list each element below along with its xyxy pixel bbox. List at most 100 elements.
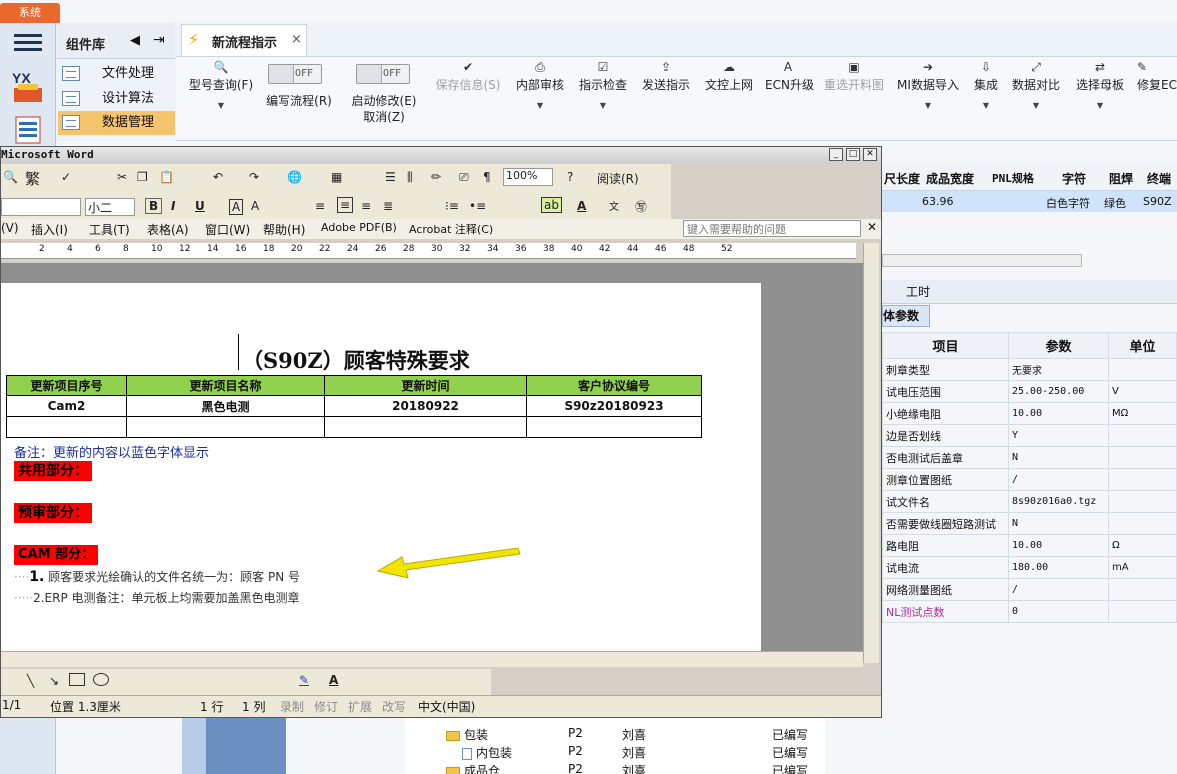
paste-icon[interactable]: 📋 [159,170,174,184]
undo-icon[interactable]: ↶ [213,170,223,184]
params-col-value[interactable]: 参数 [1008,332,1109,359]
vertical-scrollbar[interactable] [863,243,879,663]
menu-table[interactable]: 表格(A) [147,221,189,238]
table-row[interactable]: 试文件名 8s90z016a0.tgz [882,490,1177,513]
status-extend[interactable]: 扩展 [348,698,372,715]
model-query-button[interactable]: 🔍 型号查询(F) ▼ [187,60,255,110]
doc-control-online-button[interactable]: ☁ 文控上网 [703,60,755,93]
columns-icon[interactable]: ☰ [385,170,396,184]
word-title-bar[interactable]: Microsoft Word [1,147,881,163]
ellipse-tool-icon[interactable] [93,673,109,686]
align-right-icon[interactable]: ≡ [361,199,371,213]
minimize-button[interactable]: _ [829,148,843,161]
chart-icon[interactable]: ⫼ [407,170,413,185]
help-icon[interactable]: ? [567,170,573,184]
numbering-icon[interactable]: ⁝≡ [445,199,459,213]
zoom-select[interactable]: 100% [503,168,553,186]
justify-icon[interactable]: ≣ [383,199,393,213]
grid-col-length[interactable]: 尺长度 [884,170,920,187]
panel-item-file-processing[interactable]: 文件处理 [58,62,175,86]
italic-button[interactable]: I [171,199,175,213]
phonetic-icon[interactable]: 文 [609,198,619,213]
drawing-icon[interactable]: ✏ [431,170,441,184]
grid-col-char[interactable]: 字符 [1062,170,1086,187]
rectangle-tool-icon[interactable] [69,673,85,686]
cancel-label[interactable]: 取消(Z) [349,108,419,125]
menu-view[interactable]: (V) [1,221,19,235]
tab-work-hours[interactable]: 工时 [906,283,930,300]
table-row[interactable]: 路电阻 10.00 Ω [882,534,1177,557]
pin-icon[interactable]: ⇥ [153,32,165,48]
highlight-icon[interactable]: ab [541,197,562,213]
menu-acrobat-comments[interactable]: Acrobat 注释(C) [409,221,493,237]
grid-scrollbar[interactable] [882,254,1082,267]
read-mode-button[interactable]: 阅读(R) [597,170,639,187]
menu-tools[interactable]: 工具(T) [89,221,130,238]
char-shading-button[interactable]: A [251,199,259,213]
font-color-icon[interactable]: A [577,199,586,213]
table-row[interactable]: 刺章类型 无要求 [882,358,1177,381]
table-row[interactable]: 边是否划线 Y [882,424,1177,447]
yx-logo[interactable]: YX [10,70,46,106]
menu-icon[interactable] [14,30,42,51]
grid-col-width[interactable]: 成品宽度 [926,170,974,187]
mi-data-import-button[interactable]: ➔ MI数据导入 ▼ [896,60,960,110]
font-name-select[interactable] [1,198,81,216]
instruction-check-button[interactable]: ☑ 指示检查 ▼ [578,60,628,110]
table-row[interactable]: 否需要做线圈短路测试 N [882,512,1177,535]
traditional-button[interactable]: 繁 [25,168,40,189]
status-record[interactable]: 录制 [280,698,304,715]
database-icon[interactable] [14,115,42,145]
horizontal-ruler[interactable]: 2 4 6 8 10 12 14 16 18 20 22 24 26 28 30 32 34 36 38 40 42 44… [1,243,856,259]
horizontal-scrollbar[interactable] [1,651,863,667]
document-map-icon[interactable]: ⎚ [459,170,469,185]
underline-button[interactable]: U [195,199,205,213]
table-row[interactable]: 测章位置图纸 / [882,468,1177,491]
copy-icon[interactable]: ❐ [137,170,148,184]
ecn-upgrade-button[interactable]: A ECN升级 [765,60,814,93]
menu-help[interactable]: 帮助(H) [263,221,305,238]
grid-col-solder[interactable]: 阻焊 [1109,170,1133,187]
tab-params[interactable]: 体参数 [882,305,930,327]
align-left-icon[interactable]: ≡ [315,199,325,213]
menu-adobe-pdf[interactable]: Adobe PDF(B) [321,221,397,234]
status-overtype[interactable]: 改写 [382,698,406,715]
start-modify-toggle[interactable]: OFF [356,64,410,84]
close-button[interactable]: ✕ [863,148,877,161]
panel-item-design-algorithm[interactable]: 设计算法 [58,87,175,111]
table-row[interactable]: 小绝缘电阻 10.00 MΩ [882,402,1177,425]
panel-item-data-management[interactable]: 数据管理 [58,111,175,135]
enclose-char-icon[interactable]: ㊢ [635,198,647,215]
menu-window[interactable]: 窗口(W) [205,221,250,238]
table-row[interactable]: NL测试点数 0 [882,600,1177,623]
line-tool-icon[interactable]: ╲ [27,674,34,688]
redo-icon[interactable]: ↷ [249,170,259,184]
print-preview-icon[interactable]: 🔍 [3,170,18,184]
internal-review-button[interactable]: ⎙ 内部审核 ▼ [513,60,567,110]
close-doc-icon[interactable]: ✕ [867,220,877,234]
table-row[interactable]: 试电压范围 25.00-250.00 V [882,380,1177,403]
cut-icon[interactable]: ✂ [117,170,127,184]
menu-insert[interactable]: 插入(I) [31,221,68,238]
char-border-button[interactable]: A [229,199,244,215]
system-tab[interactable]: 系统 [0,3,60,23]
status-track[interactable]: 修订 [314,698,338,715]
show-hide-icon[interactable]: ¶ [483,170,491,184]
reselect-cutting-button[interactable]: ▣ 重选开料图 [822,60,886,93]
tree-node[interactable]: 内包装 [462,744,512,761]
bullets-icon[interactable]: •≡ [469,199,486,213]
table-row[interactable]: 网络测量图纸 / [882,578,1177,601]
edit-flow-toggle[interactable]: OFF [268,64,322,84]
integrate-button[interactable]: ⇩ 集成 ▼ [971,60,1001,110]
table-row[interactable]: 否电测试后盖章 N [882,446,1177,469]
font-color-draw-icon[interactable]: A [329,673,338,687]
tree-node[interactable]: 成品仓 [446,762,500,774]
maximize-button[interactable]: □ [846,148,860,161]
params-col-item[interactable]: 项目 [882,332,1009,359]
table-row[interactable]: 试电流 180.00 mA [882,556,1177,579]
params-col-unit[interactable]: 单位 [1108,332,1177,359]
align-center-icon[interactable]: ≡ [337,197,354,213]
table-icon[interactable]: ▦ [331,170,342,184]
chevron-left-icon[interactable]: ◀ [130,33,140,48]
select-motherboard-button[interactable]: ⇄ 选择母板 ▼ [1074,60,1126,110]
